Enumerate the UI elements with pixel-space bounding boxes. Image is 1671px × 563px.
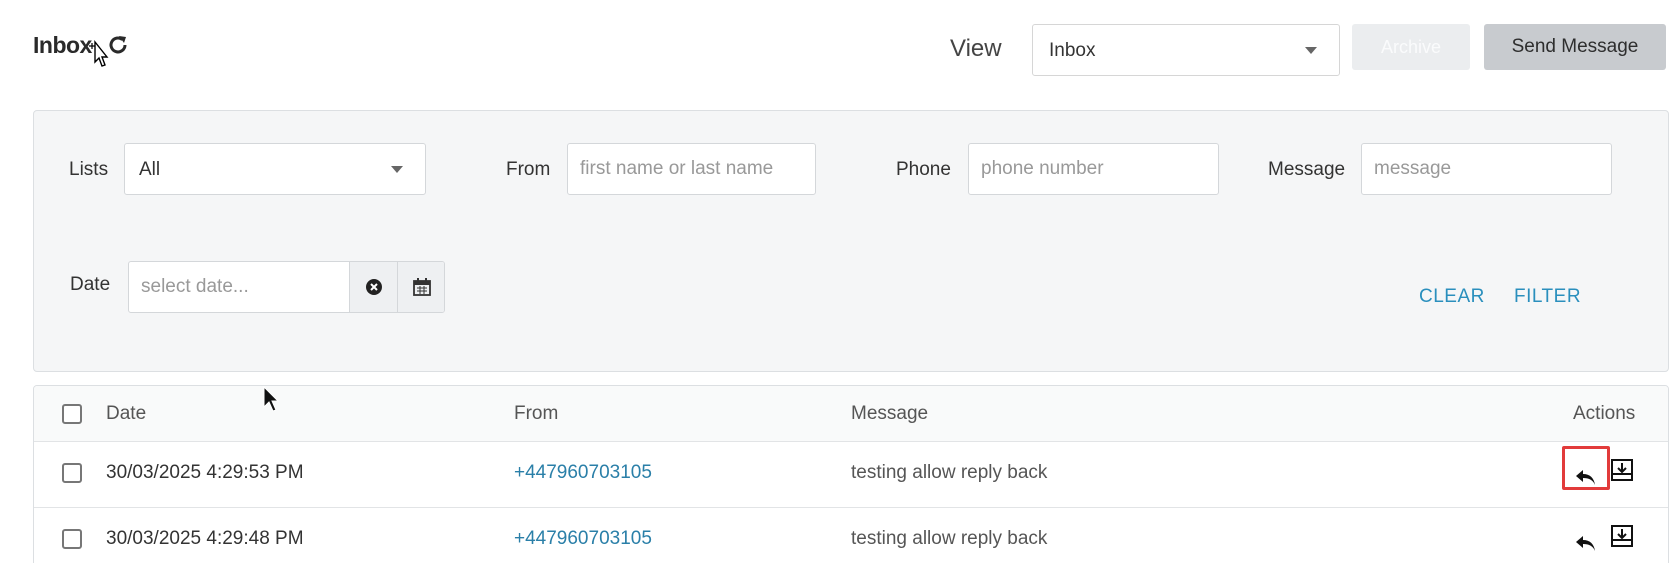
download-icon[interactable] (1609, 523, 1635, 549)
archive-button[interactable]: Archive (1352, 24, 1470, 70)
table-row: 30/03/2025 4:29:53 PM +447960703105 test… (34, 442, 1668, 508)
phone-input[interactable]: phone number (968, 143, 1219, 195)
clear-circle-icon (365, 279, 382, 295)
from-label: From (506, 159, 551, 180)
row-from-link[interactable]: +447960703105 (514, 462, 652, 484)
chevron-down-icon (1305, 47, 1317, 54)
row-from-link[interactable]: +447960703105 (514, 528, 652, 550)
column-from: From (514, 403, 559, 424)
date-label: Date (70, 274, 111, 295)
row-checkbox[interactable] (62, 529, 82, 549)
chevron-down-icon (391, 166, 403, 173)
view-label: View (950, 35, 1002, 62)
column-date: Date (106, 403, 147, 424)
date-picker: select date... (128, 261, 445, 313)
row-date: 30/03/2025 4:29:53 PM (106, 462, 304, 483)
phone-label: Phone (896, 159, 951, 180)
from-input[interactable]: first name or last name (567, 143, 816, 195)
select-all-checkbox[interactable] (62, 404, 82, 424)
lists-select[interactable]: All (124, 143, 426, 195)
table-row: 30/03/2025 4:29:48 PM +447960703105 test… (34, 508, 1668, 563)
row-date: 30/03/2025 4:29:48 PM (106, 528, 304, 549)
view-select[interactable]: Inbox (1032, 24, 1340, 76)
top-bar: Inbox View Inbox Archive Send Message (0, 0, 1671, 95)
message-input[interactable]: message (1361, 143, 1612, 195)
date-calendar-button[interactable] (397, 262, 444, 312)
message-label: Message (1268, 159, 1346, 180)
calendar-icon (412, 278, 431, 296)
view-select-value: Inbox (1049, 40, 1096, 61)
send-message-button[interactable]: Send Message (1484, 24, 1666, 70)
date-clear-button[interactable] (349, 262, 397, 312)
row-message: testing allow reply back (851, 528, 1048, 549)
reply-highlight-box (1562, 446, 1610, 490)
lists-label: Lists (69, 159, 109, 180)
filter-button[interactable]: FILTER (1514, 286, 1581, 308)
row-message: testing allow reply back (851, 462, 1048, 483)
download-icon[interactable] (1609, 457, 1635, 483)
date-input[interactable]: select date... (129, 262, 349, 312)
lists-select-value: All (139, 159, 161, 180)
column-actions: Actions (1573, 403, 1636, 424)
reply-icon[interactable] (1573, 530, 1599, 556)
page-title: Inbox (33, 32, 92, 58)
mouse-pointer-icon (263, 385, 280, 412)
clear-button[interactable]: CLEAR (1419, 286, 1485, 308)
row-checkbox[interactable] (62, 463, 82, 483)
refresh-icon[interactable] (106, 33, 130, 57)
column-message: Message (851, 403, 929, 424)
